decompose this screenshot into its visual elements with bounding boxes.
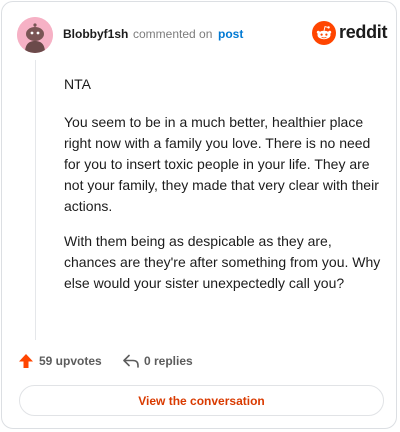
reply-arrow-icon[interactable] [122, 353, 140, 369]
reddit-wordmark: reddit [339, 22, 388, 42]
comment-card: Blobbyf1sh commented on post reddit NTA … [1, 1, 397, 429]
comment-paragraph: With them being as despicable as they ar… [64, 233, 381, 291]
username[interactable]: Blobbyf1sh [63, 27, 128, 41]
commented-on-label: commented on [133, 27, 213, 41]
snoo-avatar-icon [17, 17, 53, 53]
upvote-count: 59 upvotes [39, 354, 102, 368]
comment-body: NTA You seem to be in a much better, hea… [64, 74, 384, 308]
thread-line [35, 60, 36, 340]
comment-paragraph: You seem to be in a much better, healthi… [64, 114, 379, 214]
avatar[interactable] [17, 17, 53, 53]
comment-paragraph: NTA [64, 76, 91, 92]
view-conversation-button[interactable]: View the conversation [19, 385, 384, 416]
reply-count: 0 replies [144, 354, 193, 368]
upvote-arrow-icon[interactable] [18, 353, 34, 369]
reddit-logo-icon [312, 21, 336, 45]
post-link[interactable]: post [218, 27, 243, 41]
